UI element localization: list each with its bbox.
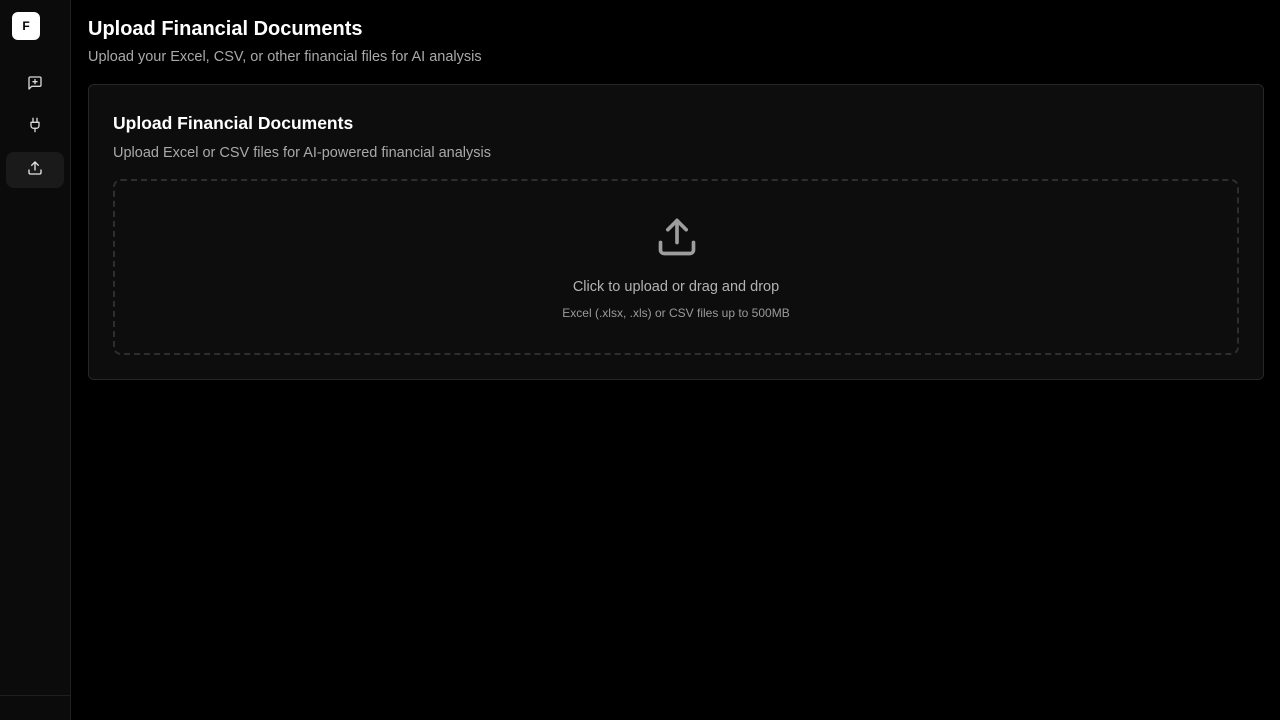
sidebar-item-chat[interactable]	[6, 67, 64, 103]
page-subtitle: Upload your Excel, CSV, or other financi…	[88, 49, 482, 65]
upload-icon	[655, 215, 699, 259]
sidebar: F	[0, 0, 71, 720]
sidebar-item-upload[interactable]	[6, 152, 64, 188]
upload-card: Upload Financial Documents Upload Excel …	[88, 84, 1264, 380]
card-title: Upload Financial Documents	[113, 113, 354, 133]
file-dropzone[interactable]: Click to upload or drag and drop Excel (…	[113, 179, 1239, 355]
dropzone-primary-text: Click to upload or drag and drop	[572, 279, 780, 295]
message-plus-icon	[27, 75, 43, 96]
sidebar-footer	[0, 695, 70, 720]
app: F Upload Financial Documents Upload your…	[0, 0, 1280, 720]
app-logo[interactable]: F	[12, 12, 40, 40]
sidebar-item-integrations[interactable]	[6, 109, 64, 145]
plug-icon	[27, 117, 43, 138]
dropzone-secondary-text: Excel (.xlsx, .xls) or CSV files up to 5…	[562, 306, 790, 320]
upload-icon	[27, 160, 43, 181]
card-subtitle: Upload Excel or CSV files for AI-powered…	[113, 145, 491, 161]
page-title: Upload Financial Documents	[88, 18, 363, 40]
